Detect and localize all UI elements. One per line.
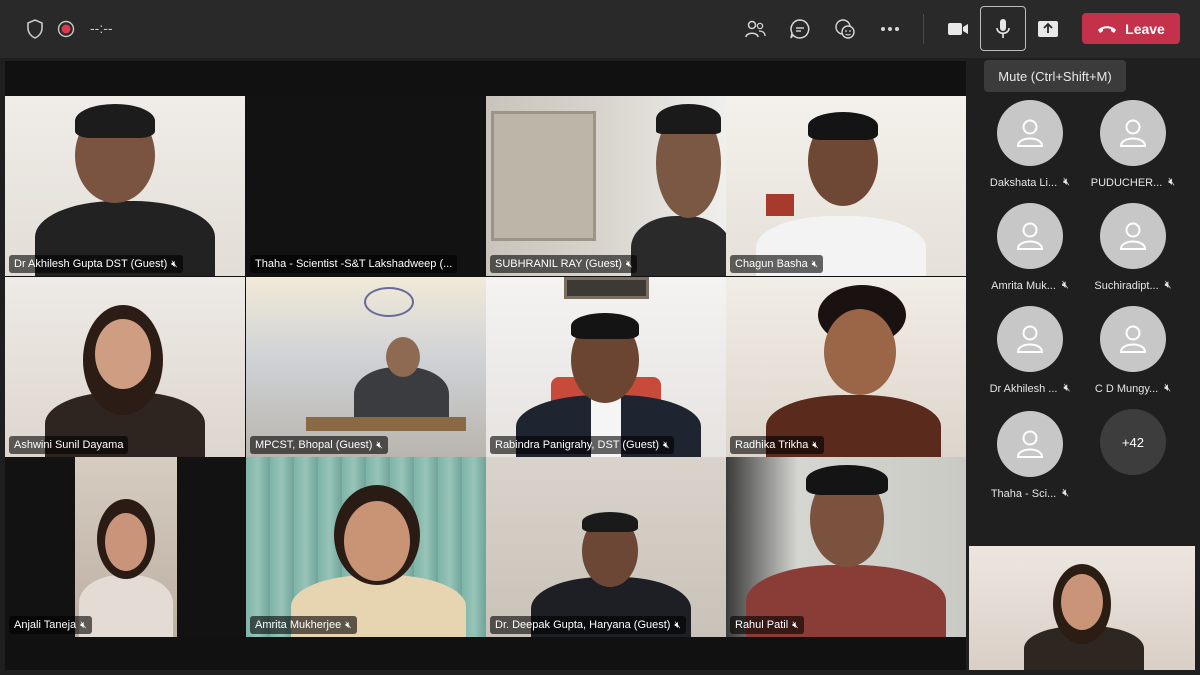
wall-frame xyxy=(766,194,794,216)
video-tile[interactable]: Chagun Basha 🔇︎ xyxy=(726,96,966,276)
mic-off-icon: 🔇︎ xyxy=(811,258,819,270)
meeting-timer: --:-- xyxy=(90,20,113,36)
mic-off-icon: 🔇︎ xyxy=(1062,487,1070,499)
phone-hangup-icon xyxy=(1098,25,1117,33)
roster-name: PUDUCHER... xyxy=(1090,176,1163,189)
roster-item[interactable]: Suchiradipt... 🔇︎ xyxy=(1083,203,1183,303)
avatar xyxy=(997,203,1063,269)
leave-label: Leave xyxy=(1125,20,1165,37)
roster-name: Suchiradipt... xyxy=(1094,279,1159,292)
person-icon xyxy=(1119,325,1147,353)
roster-item[interactable]: PUDUCHER... 🔇︎ xyxy=(1083,100,1183,200)
mic-off-icon: 🔇︎ xyxy=(812,439,819,451)
person-icon xyxy=(1016,119,1044,147)
tile-name-tag: MPCST, Bhopal (Guest) 🔇︎ xyxy=(250,436,388,454)
avatar xyxy=(997,411,1063,477)
tile-name-tag: Amrita Mukherjee 🔇︎ xyxy=(250,616,357,634)
mic-off-icon: 🔇︎ xyxy=(1063,176,1071,188)
toolbar-divider xyxy=(923,14,924,44)
mic-off-icon: 🔇︎ xyxy=(345,619,352,631)
overflow-count: +42 xyxy=(1100,409,1166,475)
video-tile[interactable]: Dr. Deepak Gupta, Haryana (Guest) 🔇︎ xyxy=(486,457,726,637)
roster-name: C D Mungy... xyxy=(1094,382,1159,395)
roster-item[interactable]: Thaha - Sci... 🔇︎ xyxy=(980,411,1080,511)
person-icon xyxy=(1016,222,1044,250)
tile-name-tag: Ashwini Sunil Dayama xyxy=(9,436,129,454)
tile-name-tag: Radhika Trikha 🔇︎ xyxy=(730,436,824,454)
camera-icon[interactable] xyxy=(946,17,970,41)
roster-item[interactable]: Dakshata Li... 🔇︎ xyxy=(980,100,1080,200)
mute-tooltip: Mute (Ctrl+Shift+M) xyxy=(984,60,1126,92)
people-icon[interactable] xyxy=(743,17,767,41)
mic-off-icon: 🔇︎ xyxy=(1168,176,1176,188)
roster-name: Thaha - Sci... xyxy=(990,487,1057,500)
microphone-icon xyxy=(996,18,1010,38)
mute-button[interactable] xyxy=(980,6,1026,51)
wall-frame xyxy=(564,277,649,299)
mic-off-icon: 🔇︎ xyxy=(80,619,87,631)
tile-name-tag: Rabindra Panigrahy, DST (Guest) 🔇︎ xyxy=(490,436,675,454)
roster-name: Amrita Muk... xyxy=(991,279,1056,292)
mic-off-icon: 🔇︎ xyxy=(674,619,681,631)
shield-icon[interactable] xyxy=(23,17,47,41)
video-tile[interactable]: Thaha - Scientist -S&T Lakshadweep (... xyxy=(246,96,486,276)
tile-name-tag: Dr. Deepak Gupta, Haryana (Guest) 🔇︎ xyxy=(490,616,686,634)
tile-name-tag: Thaha - Scientist -S&T Lakshadweep (... xyxy=(250,255,458,273)
person-icon xyxy=(1119,119,1147,147)
tile-name-tag: Chagun Basha 🔇︎ xyxy=(730,255,824,273)
share-icon[interactable] xyxy=(1036,17,1060,41)
tile-name-tag: SUBHRANIL RAY (Guest) 🔇︎ xyxy=(490,255,638,273)
mic-off-icon: 🔇︎ xyxy=(171,258,178,270)
roster-name: Dakshata Li... xyxy=(989,176,1058,189)
avatar xyxy=(1100,306,1166,372)
reactions-icon[interactable] xyxy=(833,17,857,41)
video-tile[interactable]: Rahul Patil 🔇︎ xyxy=(726,457,966,637)
roster-item[interactable]: C D Mungy... 🔇︎ xyxy=(1083,306,1183,406)
mic-off-icon: 🔇︎ xyxy=(1061,279,1069,291)
mic-off-icon: 🔇︎ xyxy=(1063,382,1071,394)
video-tile[interactable]: Ashwini Sunil Dayama xyxy=(5,277,245,457)
roster-item[interactable]: Dr Akhilesh ... 🔇︎ xyxy=(980,306,1080,406)
tile-name-tag: Rahul Patil 🔇︎ xyxy=(730,616,804,634)
video-stage: Dr Akhilesh Gupta DST (Guest) 🔇︎ Thaha - … xyxy=(5,61,966,670)
person-icon xyxy=(1016,430,1044,458)
video-tile[interactable]: SUBHRANIL RAY (Guest) 🔇︎ xyxy=(486,96,726,276)
self-view-video[interactable] xyxy=(969,546,1195,670)
person-icon xyxy=(1016,325,1044,353)
more-icon[interactable] xyxy=(878,17,902,41)
tile-name-tag: Anjali Taneja 🔇︎ xyxy=(9,616,92,634)
record-icon[interactable] xyxy=(54,17,78,41)
mic-off-icon: 🔇︎ xyxy=(376,439,383,451)
video-tile[interactable]: Amrita Mukherjee 🔇︎ xyxy=(246,457,486,637)
participant-video-frame xyxy=(75,457,177,637)
video-tile[interactable]: Radhika Trikha 🔇︎ xyxy=(726,277,966,457)
leave-button[interactable]: Leave xyxy=(1082,13,1180,44)
mic-off-icon: 🔇︎ xyxy=(1164,279,1172,291)
video-tile[interactable]: MPCST, Bhopal (Guest) 🔇︎ xyxy=(246,277,486,457)
mic-off-icon: 🔇︎ xyxy=(792,619,799,631)
mic-off-icon: 🔇︎ xyxy=(663,439,670,451)
video-tile[interactable]: Dr Akhilesh Gupta DST (Guest) 🔇︎ xyxy=(5,96,245,276)
avatar xyxy=(997,306,1063,372)
person-icon xyxy=(1119,222,1147,250)
chat-icon[interactable] xyxy=(788,17,812,41)
cabinet xyxy=(491,111,596,241)
roster-item[interactable]: Amrita Muk... 🔇︎ xyxy=(980,203,1080,303)
avatar xyxy=(1100,100,1166,166)
emblem-logo xyxy=(364,287,414,317)
more-participants-button[interactable]: +42 xyxy=(1083,409,1183,509)
video-tile[interactable]: Anjali Taneja 🔇︎ xyxy=(5,457,245,637)
roster-name: Dr Akhilesh ... xyxy=(989,382,1058,395)
avatar xyxy=(997,100,1063,166)
video-tile[interactable]: Rabindra Panigrahy, DST (Guest) 🔇︎ xyxy=(486,277,726,457)
participant-roster: Dakshata Li... 🔇︎ PUDUCHER... 🔇︎ Amrita Mu… xyxy=(968,95,1200,535)
mic-off-icon: 🔇︎ xyxy=(625,258,633,270)
avatar xyxy=(1100,203,1166,269)
tile-name-tag: Dr Akhilesh Gupta DST (Guest) 🔇︎ xyxy=(9,255,183,273)
meeting-toolbar: --:-- Leave xyxy=(0,0,1200,58)
desk xyxy=(306,417,466,431)
mic-off-icon: 🔇︎ xyxy=(1164,382,1172,394)
